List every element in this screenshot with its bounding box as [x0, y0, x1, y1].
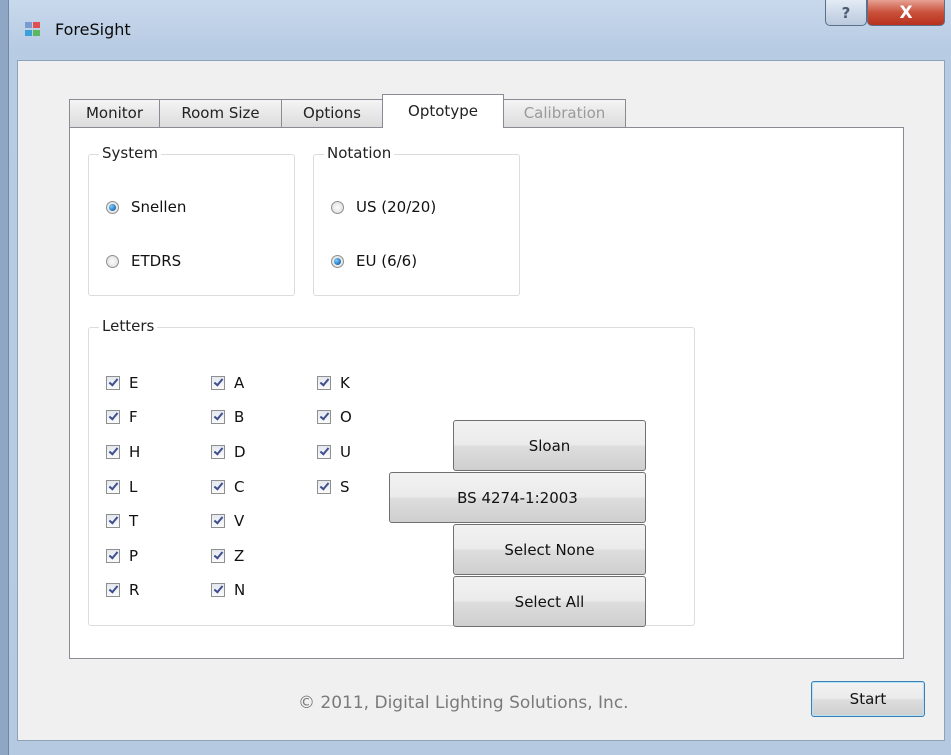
checkbox-box[interactable]	[106, 376, 120, 390]
tab-options[interactable]: Options	[281, 99, 383, 127]
checkbox-letter-u[interactable]: U	[317, 443, 351, 461]
checkbox-label: U	[340, 443, 351, 461]
checkbox-label: L	[129, 478, 138, 496]
help-button[interactable]: ?	[825, 0, 867, 26]
checkbox-letter-d[interactable]: D	[211, 443, 246, 461]
system-group-label: System	[99, 144, 161, 162]
radio-etdrs[interactable]: ETDRS	[106, 252, 181, 270]
checkbox-label: V	[234, 512, 245, 530]
checkbox-label: C	[234, 478, 245, 496]
checkbox-label: F	[129, 408, 138, 426]
checkbox-letter-l[interactable]: L	[106, 478, 137, 496]
checkbox-box[interactable]	[211, 445, 225, 459]
dialog-client-area: Monitor Room Size Options Optotype Calib…	[17, 60, 945, 741]
radio-snellen-button[interactable]	[106, 200, 119, 214]
checkbox-label: N	[234, 581, 246, 599]
radio-us-label: US (20/20)	[356, 198, 437, 216]
radio-snellen-label: Snellen	[131, 198, 187, 216]
checkbox-letter-k[interactable]: K	[317, 374, 350, 392]
bs-4274-button[interactable]: BS 4274-1:2003	[389, 472, 646, 523]
checkbox-box[interactable]	[106, 445, 120, 459]
checkbox-letter-f[interactable]: F	[106, 408, 138, 426]
start-button[interactable]: Start	[811, 681, 925, 717]
radio-snellen[interactable]: Snellen	[106, 198, 186, 216]
checkbox-box[interactable]	[211, 549, 225, 563]
notation-group-label: Notation	[324, 144, 395, 162]
tab-monitor[interactable]: Monitor	[69, 99, 160, 127]
copyright-text: © 2011, Digital Lighting Solutions, Inc.	[298, 693, 629, 713]
close-icon: X	[899, 2, 913, 23]
checkbox-box[interactable]	[211, 480, 225, 494]
checkbox-letter-z[interactable]: Z	[211, 547, 244, 565]
tab-optotype[interactable]: Optotype	[382, 94, 504, 128]
checkbox-box[interactable]	[317, 410, 331, 424]
checkbox-letter-b[interactable]: B	[211, 408, 244, 426]
letters-group-label: Letters	[99, 317, 158, 335]
checkbox-label: S	[340, 478, 350, 496]
checkbox-letter-c[interactable]: C	[211, 478, 244, 496]
checkbox-box[interactable]	[211, 376, 225, 390]
checkbox-box[interactable]	[317, 376, 331, 390]
checkbox-letter-t[interactable]: T	[106, 512, 138, 530]
checkbox-label: P	[129, 547, 139, 565]
checkbox-label: O	[340, 408, 352, 426]
checkbox-letter-n[interactable]: N	[211, 581, 245, 599]
help-icon: ?	[841, 3, 851, 22]
checkbox-letter-h[interactable]: H	[106, 443, 140, 461]
checkbox-letter-v[interactable]: V	[211, 512, 244, 530]
radio-us[interactable]: US (20/20)	[331, 198, 436, 216]
checkbox-label: H	[129, 443, 141, 461]
checkbox-letter-p[interactable]: P	[106, 547, 138, 565]
checkbox-label: D	[234, 443, 246, 461]
checkbox-box[interactable]	[106, 549, 120, 563]
checkbox-letter-e[interactable]: E	[106, 374, 138, 392]
tab-calibration: Calibration	[503, 99, 626, 127]
checkbox-box[interactable]	[106, 480, 120, 494]
checkbox-letter-a[interactable]: A	[211, 374, 244, 392]
system-group: System Snellen ETDRS	[88, 144, 295, 296]
tab-room-size[interactable]: Room Size	[159, 99, 282, 127]
checkbox-letter-o[interactable]: O	[317, 408, 352, 426]
checkbox-letter-r[interactable]: R	[106, 581, 139, 599]
app-icon	[25, 22, 43, 38]
notation-group: Notation US (20/20) EU (6/6)	[313, 144, 520, 296]
select-none-button[interactable]: Select None	[453, 524, 646, 575]
checkbox-label: A	[234, 374, 245, 392]
radio-etdrs-button[interactable]	[106, 254, 119, 268]
checkbox-letter-s[interactable]: S	[317, 478, 350, 496]
title-bar[interactable]: ForeSight ? X	[9, 0, 951, 60]
select-all-button[interactable]: Select All	[453, 576, 646, 627]
checkbox-box[interactable]	[317, 480, 331, 494]
checkbox-box[interactable]	[317, 445, 331, 459]
radio-etdrs-label: ETDRS	[131, 252, 182, 270]
radio-eu[interactable]: EU (6/6)	[331, 252, 417, 270]
radio-eu-label: EU (6/6)	[356, 252, 418, 270]
checkbox-box[interactable]	[106, 514, 120, 528]
checkbox-label: T	[129, 512, 139, 530]
checkbox-label: E	[129, 374, 139, 392]
checkbox-box[interactable]	[211, 410, 225, 424]
window-title: ForeSight	[55, 20, 131, 39]
radio-us-button[interactable]	[331, 200, 344, 214]
optotype-tab-page: System Snellen ETDRS Notation US (20/20)	[69, 127, 904, 659]
app-window: ForeSight ? X Monitor Room Size Options …	[8, 0, 951, 755]
checkbox-box[interactable]	[106, 583, 120, 597]
checkbox-label: R	[129, 581, 140, 599]
checkbox-box[interactable]	[211, 514, 225, 528]
close-button[interactable]: X	[867, 0, 945, 26]
checkbox-box[interactable]	[211, 583, 225, 597]
checkbox-box[interactable]	[106, 410, 120, 424]
checkbox-label: Z	[234, 547, 245, 565]
sloan-button[interactable]: Sloan	[453, 420, 646, 471]
letters-group: Letters E F H L T P R A B D C V Z N K O	[88, 317, 695, 627]
checkbox-label: K	[340, 374, 350, 392]
radio-eu-button[interactable]	[331, 254, 344, 268]
checkbox-label: B	[234, 408, 245, 426]
